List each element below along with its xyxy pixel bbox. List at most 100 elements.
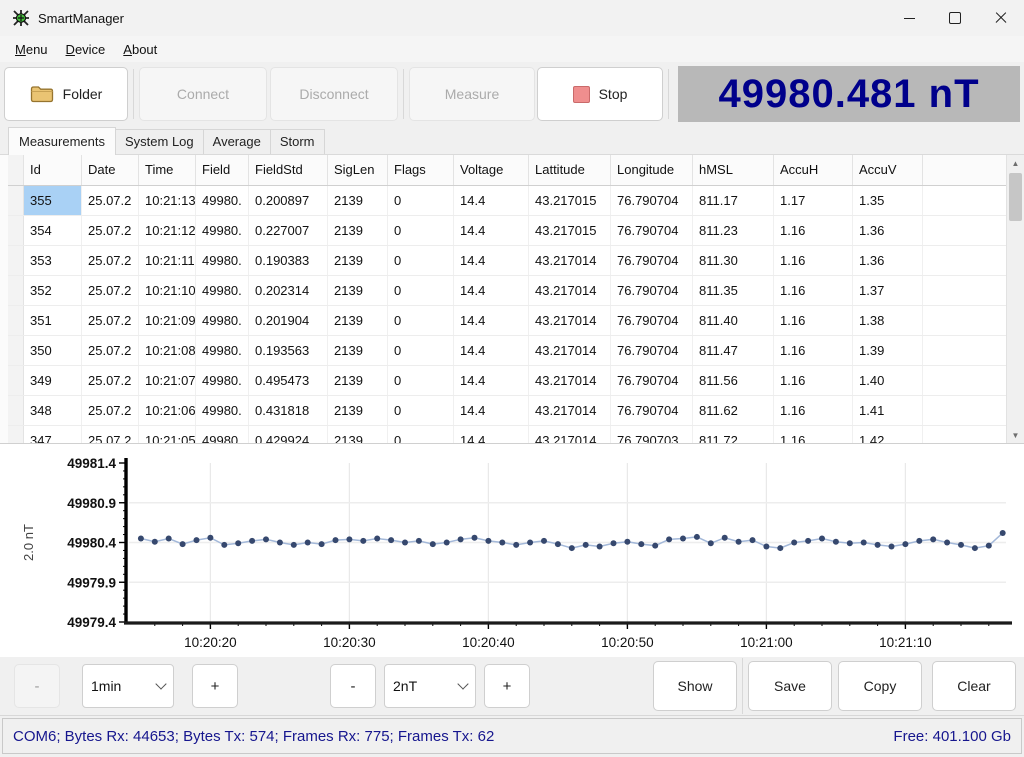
column-header[interactable]: FieldStd bbox=[249, 155, 328, 185]
table-cell[interactable]: 2139 bbox=[328, 426, 388, 443]
table-cell[interactable]: 1.16 bbox=[774, 306, 853, 335]
table-cell[interactable]: 1.16 bbox=[774, 366, 853, 395]
table-cell[interactable]: 2139 bbox=[328, 186, 388, 215]
table-cell[interactable]: 0.201904 bbox=[249, 306, 328, 335]
table-scrollbar[interactable]: ▲ ▼ bbox=[1006, 155, 1024, 443]
table-row[interactable]: 35025.07.210:21:0849980.0.1935632139014.… bbox=[8, 336, 1024, 366]
table-cell[interactable]: 0.190383 bbox=[249, 246, 328, 275]
table-cell[interactable]: 49980. bbox=[196, 426, 249, 443]
table-cell[interactable]: 43.217014 bbox=[529, 426, 611, 443]
table-cell[interactable]: 0 bbox=[388, 336, 454, 365]
range-zoom-in-button[interactable]: + bbox=[484, 664, 530, 708]
table-cell[interactable]: 1.16 bbox=[774, 216, 853, 245]
table-cell[interactable]: 0.193563 bbox=[249, 336, 328, 365]
column-header[interactable]: hMSL bbox=[693, 155, 774, 185]
table-row[interactable]: 35125.07.210:21:0949980.0.2019042139014.… bbox=[8, 306, 1024, 336]
table-cell[interactable]: 76.790704 bbox=[611, 186, 693, 215]
table-cell[interactable]: 25.07.2 bbox=[82, 396, 139, 425]
table-cell[interactable]: 353 bbox=[24, 246, 82, 275]
tab-system-log[interactable]: System Log bbox=[115, 129, 204, 154]
copy-button[interactable]: Copy bbox=[838, 661, 922, 711]
table-cell[interactable]: 2139 bbox=[328, 216, 388, 245]
table-cell[interactable]: 1.40 bbox=[853, 366, 923, 395]
column-header[interactable]: Date bbox=[82, 155, 139, 185]
table-cell[interactable]: 43.217014 bbox=[529, 336, 611, 365]
table-cell[interactable]: 0 bbox=[388, 426, 454, 443]
table-cell[interactable]: 1.38 bbox=[853, 306, 923, 335]
table-cell[interactable]: 76.790704 bbox=[611, 216, 693, 245]
menu-item-menu[interactable]: Menu bbox=[6, 39, 57, 60]
table-cell[interactable]: 347 bbox=[24, 426, 82, 443]
table-cell[interactable]: 0 bbox=[388, 276, 454, 305]
time-zoom-out-button[interactable]: - bbox=[14, 664, 60, 708]
table-cell[interactable]: 811.56 bbox=[693, 366, 774, 395]
tab-measurements[interactable]: Measurements bbox=[8, 127, 116, 155]
range-zoom-out-button[interactable]: - bbox=[330, 664, 376, 708]
table-cell[interactable]: 1.16 bbox=[774, 246, 853, 275]
table-cell[interactable]: 14.4 bbox=[454, 186, 529, 215]
folder-button[interactable]: Folder bbox=[4, 67, 128, 121]
time-zoom-in-button[interactable]: + bbox=[192, 664, 238, 708]
table-row[interactable]: 35325.07.210:21:1149980.0.1903832139014.… bbox=[8, 246, 1024, 276]
column-header[interactable]: Longitude bbox=[611, 155, 693, 185]
table-cell[interactable]: 10:21:11 bbox=[139, 246, 196, 275]
table-row[interactable]: 35525.07.210:21:1349980.0.2008972139014.… bbox=[8, 186, 1024, 216]
table-cell[interactable]: 0.202314 bbox=[249, 276, 328, 305]
table-cell[interactable]: 1.41 bbox=[853, 396, 923, 425]
column-header[interactable]: Id bbox=[24, 155, 82, 185]
table-cell[interactable]: 49980. bbox=[196, 246, 249, 275]
disconnect-button[interactable]: Disconnect bbox=[270, 67, 398, 121]
table-row[interactable]: 34825.07.210:21:0649980.0.4318182139014.… bbox=[8, 396, 1024, 426]
table-cell[interactable]: 43.217014 bbox=[529, 366, 611, 395]
table-cell[interactable]: 43.217014 bbox=[529, 396, 611, 425]
table-cell[interactable]: 76.790704 bbox=[611, 276, 693, 305]
table-cell[interactable]: 10:21:05 bbox=[139, 426, 196, 443]
column-header[interactable]: AccuH bbox=[774, 155, 853, 185]
scrollbar-thumb[interactable] bbox=[1009, 173, 1022, 221]
table-cell[interactable]: 0 bbox=[388, 366, 454, 395]
table-cell[interactable]: 49980. bbox=[196, 306, 249, 335]
table-cell[interactable]: 1.16 bbox=[774, 396, 853, 425]
table-cell[interactable]: 49980. bbox=[196, 396, 249, 425]
table-cell[interactable]: 0 bbox=[388, 246, 454, 275]
table-cell[interactable]: 0 bbox=[388, 306, 454, 335]
table-row[interactable]: 35225.07.210:21:1049980.0.2023142139014.… bbox=[8, 276, 1024, 306]
table-cell[interactable]: 0 bbox=[388, 186, 454, 215]
table-cell[interactable]: 25.07.2 bbox=[82, 186, 139, 215]
column-header[interactable]: Lattitude bbox=[529, 155, 611, 185]
table-cell[interactable]: 2139 bbox=[328, 396, 388, 425]
table-cell[interactable]: 0 bbox=[388, 216, 454, 245]
table-cell[interactable]: 811.62 bbox=[693, 396, 774, 425]
table-cell[interactable]: 10:21:10 bbox=[139, 276, 196, 305]
table-cell[interactable]: 14.4 bbox=[454, 246, 529, 275]
menu-item-about[interactable]: About bbox=[114, 39, 166, 60]
table-cell[interactable]: 25.07.2 bbox=[82, 246, 139, 275]
tab-storm[interactable]: Storm bbox=[270, 129, 325, 154]
table-cell[interactable]: 43.217014 bbox=[529, 246, 611, 275]
table-cell[interactable]: 2139 bbox=[328, 306, 388, 335]
maximize-button[interactable] bbox=[932, 0, 978, 36]
table-cell[interactable]: 0.431818 bbox=[249, 396, 328, 425]
table-cell[interactable]: 2139 bbox=[328, 246, 388, 275]
table-cell[interactable]: 354 bbox=[24, 216, 82, 245]
table-row[interactable]: 34725.07.210:21:0549980.0.4299242139014.… bbox=[8, 426, 1024, 443]
clear-button[interactable]: Clear bbox=[932, 661, 1016, 711]
table-row[interactable]: 34925.07.210:21:0749980.0.4954732139014.… bbox=[8, 366, 1024, 396]
table-cell[interactable]: 1.36 bbox=[853, 246, 923, 275]
table-cell[interactable]: 43.217014 bbox=[529, 306, 611, 335]
table-cell[interactable]: 14.4 bbox=[454, 336, 529, 365]
table-cell[interactable]: 351 bbox=[24, 306, 82, 335]
table-cell[interactable]: 349 bbox=[24, 366, 82, 395]
column-header[interactable]: Field bbox=[196, 155, 249, 185]
table-row[interactable]: 35425.07.210:21:1249980.0.2270072139014.… bbox=[8, 216, 1024, 246]
table-cell[interactable]: 43.217015 bbox=[529, 186, 611, 215]
table-cell[interactable]: 811.17 bbox=[693, 186, 774, 215]
tab-average[interactable]: Average bbox=[203, 129, 271, 154]
scroll-up-icon[interactable]: ▲ bbox=[1007, 155, 1024, 171]
show-button[interactable]: Show bbox=[653, 661, 737, 711]
table-cell[interactable]: 49980. bbox=[196, 186, 249, 215]
table-cell[interactable]: 25.07.2 bbox=[82, 366, 139, 395]
table-cell[interactable]: 14.4 bbox=[454, 366, 529, 395]
table-cell[interactable]: 10:21:06 bbox=[139, 396, 196, 425]
table-cell[interactable]: 14.4 bbox=[454, 426, 529, 443]
